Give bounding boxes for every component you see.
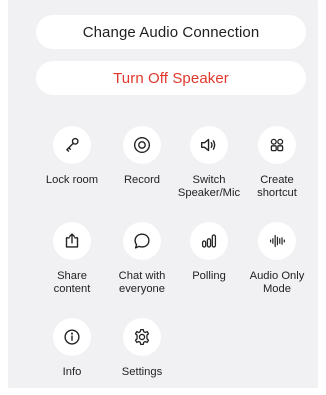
record-icon	[133, 136, 151, 154]
turn-off-speaker-button[interactable]: Turn Off Speaker	[36, 61, 306, 95]
settings-gear-icon	[134, 329, 150, 345]
polling-icon	[201, 234, 217, 248]
info-icon-circle	[53, 318, 91, 356]
lock-room-label: Lock room	[45, 174, 99, 186]
audio-waveform-icon	[269, 234, 285, 248]
create-shortcut-label: Create shortcut	[257, 174, 297, 199]
info-button[interactable]: Info	[32, 318, 112, 379]
chat-with-everyone-label: Chat with everyone	[118, 270, 166, 295]
record-label: Record	[123, 174, 161, 186]
share-content-button[interactable]: Share content	[32, 222, 112, 296]
settings-button[interactable]: Settings	[102, 318, 182, 379]
lock-room-icon-circle	[53, 126, 91, 164]
switch-speaker-mic-label: Switch Speaker/Mic	[177, 174, 241, 199]
speaker-icon	[200, 138, 216, 152]
create-shortcut-icon-circle	[258, 126, 296, 164]
chat-icon-circle	[123, 222, 161, 260]
settings-label: Settings	[121, 366, 163, 378]
lock-room-button[interactable]: Lock room	[32, 126, 112, 187]
polling-label: Polling	[192, 270, 226, 282]
change-audio-connection-button[interactable]: Change Audio Connection	[36, 15, 306, 49]
key-icon	[66, 137, 79, 152]
settings-icon-circle	[123, 318, 161, 356]
polling-icon-circle	[190, 222, 228, 260]
audio-only-mode-button[interactable]: Audio Only Mode	[237, 222, 317, 296]
grid-icon	[270, 138, 284, 152]
info-icon	[64, 329, 80, 345]
switch-speaker-icon-circle	[190, 126, 228, 164]
share-content-icon-circle	[53, 222, 91, 260]
audio-only-mode-label: Audio Only Mode	[249, 270, 305, 295]
record-icon-circle	[123, 126, 161, 164]
share-icon	[65, 233, 79, 248]
share-content-label: Share content	[53, 270, 91, 295]
audio-only-icon-circle	[258, 222, 296, 260]
info-label: Info	[62, 366, 82, 378]
chat-bubble-icon	[134, 233, 150, 249]
create-shortcut-button[interactable]: Create shortcut	[237, 126, 317, 200]
meeting-options-panel: Change Audio Connection Turn Off Speaker…	[8, 0, 318, 388]
